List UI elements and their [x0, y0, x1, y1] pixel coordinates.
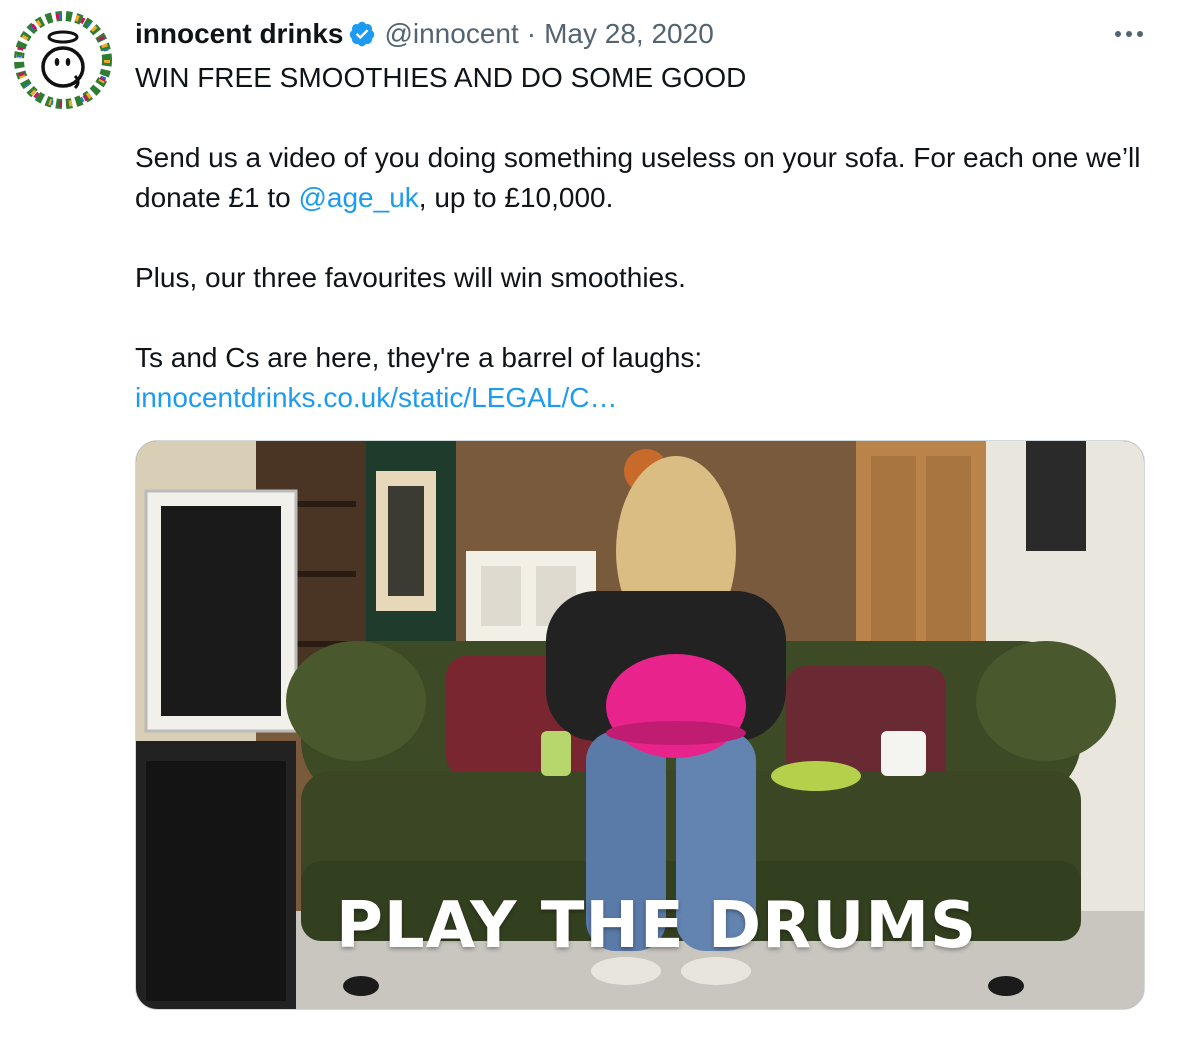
verified-badge-icon	[350, 21, 375, 47]
tweet-headline: WIN FREE SMOOTHIES AND DO SOME GOOD	[135, 62, 747, 93]
tweet-header: innocent drinks @innocent · May 28, 2020	[135, 14, 714, 54]
tweet-paragraph: Plus, our three favourites will win smoo…	[135, 262, 686, 293]
terms-link[interactable]: innocentdrinks.co.uk/static/LEGAL/C…	[135, 378, 1155, 418]
tweet-paragraph-text: , up to £10,000.	[418, 182, 614, 213]
author-handle[interactable]: @innocent	[384, 18, 518, 50]
more-dots-icon	[1115, 31, 1121, 37]
tweet-date[interactable]: May 28, 2020	[544, 18, 714, 50]
tweet-paragraph: Ts and Cs are here, they're a barrel of …	[135, 338, 1155, 418]
tweet-paragraph-text: Send us a video of you doing something u…	[135, 142, 1141, 213]
more-options-button[interactable]	[1105, 20, 1153, 48]
mention-link[interactable]: @age_uk	[298, 182, 418, 213]
tweet-text: WIN FREE SMOOTHIES AND DO SOME GOOD Send…	[135, 58, 1155, 418]
avatar[interactable]	[13, 10, 113, 110]
header-separator: ·	[526, 18, 537, 49]
tweet-paragraph-text: Ts and Cs are here, they're a barrel of …	[135, 342, 703, 373]
video-caption: PLAY THE DRUMS	[336, 889, 978, 963]
tweet: innocent drinks @innocent · May 28, 2020…	[0, 0, 1178, 1038]
tweet-video[interactable]: PLAY THE DRUMS	[135, 440, 1145, 1010]
innocent-logo-icon	[13, 10, 113, 110]
author-display-name[interactable]: innocent drinks	[135, 18, 343, 50]
tweet-paragraph: Send us a video of you doing something u…	[135, 138, 1155, 218]
